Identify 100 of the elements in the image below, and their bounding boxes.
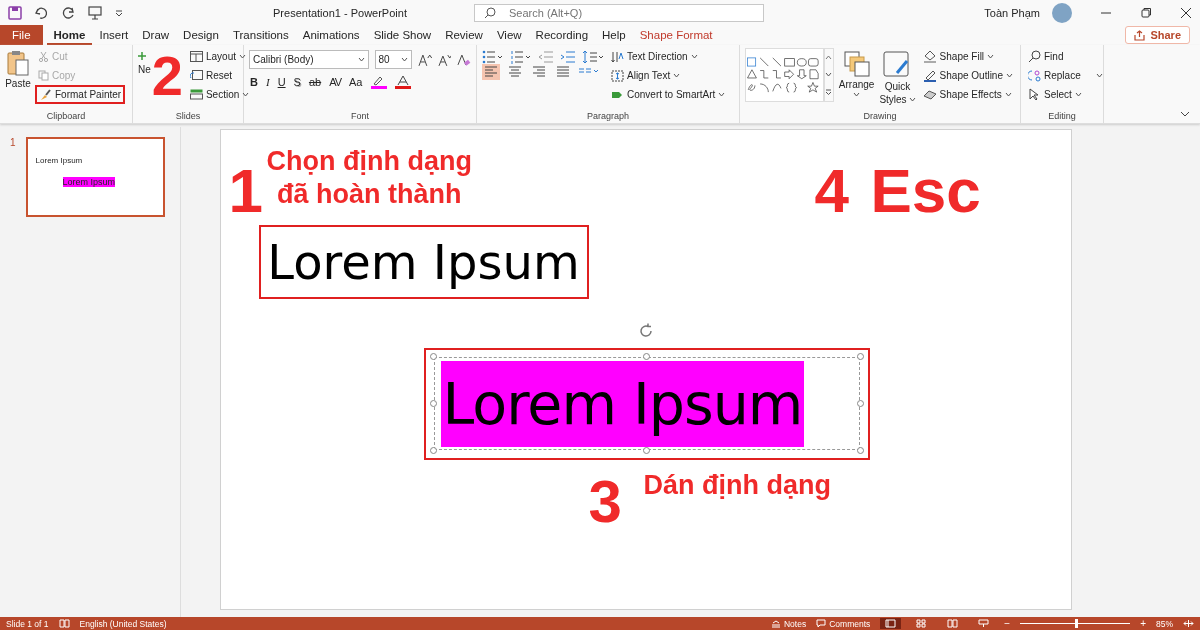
resize-handle[interactable] xyxy=(856,447,864,454)
zoom-out-button[interactable]: − xyxy=(1004,618,1011,629)
shape-fill-button[interactable]: Shape Fill xyxy=(920,48,1015,65)
save-icon[interactable] xyxy=(8,5,22,20)
presentation-icon[interactable] xyxy=(88,5,102,20)
ribbon-tab[interactable]: Slide Show xyxy=(366,25,439,45)
ribbon-tab[interactable]: Animations xyxy=(295,25,367,45)
section-button[interactable]: Section xyxy=(187,86,252,103)
customize-icon[interactable] xyxy=(114,7,124,18)
layout-button[interactable]: Layout xyxy=(187,48,252,65)
find-button[interactable]: Find xyxy=(1026,48,1105,65)
caret-icon xyxy=(718,92,726,97)
view-button[interactable] xyxy=(880,618,902,629)
text-direction-icon xyxy=(611,50,624,63)
align-button[interactable] xyxy=(554,64,572,80)
ribbon-tab[interactable]: Shape Format xyxy=(632,25,720,45)
format-button[interactable]: Aa xyxy=(348,76,364,88)
book-icon[interactable] xyxy=(58,619,70,628)
resize-handle[interactable] xyxy=(429,447,437,454)
step-number: 2 xyxy=(151,48,183,109)
caret-icon xyxy=(1095,73,1103,78)
shape-effects-button[interactable]: Shape Effects xyxy=(920,86,1015,103)
quick-styles-button[interactable]: Quick Styles xyxy=(879,48,916,111)
caret-icon xyxy=(400,57,408,62)
format-painter-button[interactable]: Format Painter xyxy=(36,86,125,103)
caret-icon xyxy=(1074,92,1082,97)
ribbon-tab[interactable]: Design xyxy=(176,25,226,45)
font-color-icon[interactable] xyxy=(393,75,412,89)
text-direction-button[interactable]: Text Direction xyxy=(609,48,728,65)
align-button[interactable] xyxy=(482,64,500,80)
thumbnail-highlighted-text: Lorem Ipsum xyxy=(62,177,116,187)
numbering-icon[interactable] xyxy=(510,50,532,64)
zoom-in-button[interactable]: + xyxy=(1140,618,1146,629)
slide-thumbnail[interactable]: Lorem Ipsum Lorem Ipsum xyxy=(25,137,165,217)
arrange-button[interactable]: Arrange xyxy=(838,48,875,111)
ribbon-tab[interactable]: Draw xyxy=(135,25,177,45)
comments-button[interactable]: Comments xyxy=(816,618,871,629)
align-button[interactable] xyxy=(506,64,524,80)
replace-button[interactable]: Replace xyxy=(1026,67,1105,84)
paste-button[interactable]: Paste xyxy=(5,48,31,111)
shapes-gallery-drawing[interactable] xyxy=(745,48,825,102)
font-grow-icon[interactable] xyxy=(417,52,432,67)
text-box[interactable]: Lorem Ipsum xyxy=(258,225,589,299)
format-button[interactable]: U xyxy=(276,76,287,88)
scroll-up-icon[interactable] xyxy=(825,55,833,60)
clear-formatting-icon[interactable] xyxy=(457,52,471,67)
fit-slide-icon[interactable] xyxy=(1183,619,1194,628)
font-family-dropdown[interactable]: Calibri (Body) xyxy=(249,50,369,69)
resize-handle[interactable] xyxy=(429,399,437,407)
notes-button[interactable]: Notes xyxy=(771,618,807,629)
slide-number: 1 xyxy=(10,137,16,150)
step-number: 1 xyxy=(228,160,263,222)
resize-handle[interactable] xyxy=(429,353,437,360)
resize-handle[interactable] xyxy=(856,353,864,360)
resize-handle[interactable] xyxy=(856,399,864,407)
more-icon[interactable] xyxy=(825,89,833,95)
group-label: Editing xyxy=(1047,111,1077,123)
resize-handle[interactable] xyxy=(642,353,650,360)
annotation-text: đã hoàn thành xyxy=(276,181,462,208)
format-button[interactable]: ab xyxy=(307,76,323,88)
collapse-ribbon-icon[interactable] xyxy=(1180,111,1190,117)
convert-smartart-button[interactable]: Convert to SmartArt xyxy=(609,86,728,103)
align-text-icon xyxy=(611,69,624,82)
search-field[interactable]: Search (Alt+Q) xyxy=(474,3,764,22)
caret-icon[interactable] xyxy=(825,72,833,77)
increase-indent-icon[interactable] xyxy=(560,50,576,64)
paint-bucket-icon xyxy=(922,50,937,63)
highlighter-icon[interactable] xyxy=(369,75,388,89)
language-label[interactable]: English (United States) xyxy=(79,618,167,629)
ribbon-tab[interactable]: Review xyxy=(438,25,490,45)
share-button[interactable]: Share xyxy=(1125,26,1190,44)
align-text-button[interactable]: Align Text xyxy=(609,67,728,84)
restore-icon[interactable] xyxy=(1140,6,1152,19)
format-button[interactable]: AV xyxy=(328,76,343,88)
ribbon-tab[interactable]: Recording xyxy=(528,25,596,45)
close-icon[interactable] xyxy=(1180,6,1192,19)
new-slide-button[interactable]: Ne xyxy=(138,48,151,111)
ribbon-tab[interactable]: Transitions xyxy=(225,25,296,45)
format-button[interactable]: B xyxy=(249,76,259,88)
shape-outline-button[interactable]: Shape Outline xyxy=(920,67,1015,84)
ribbon-tab[interactable]: File xyxy=(0,25,43,45)
ribbon-tab[interactable]: Help xyxy=(595,25,633,45)
resize-handle[interactable] xyxy=(642,447,650,454)
avatar-picture[interactable] xyxy=(1052,2,1072,23)
ribbon-tab[interactable]: Insert xyxy=(92,25,136,45)
align-button[interactable] xyxy=(530,64,548,80)
ribbon-tab[interactable]: Home xyxy=(46,25,93,45)
select-button[interactable]: Select xyxy=(1026,86,1105,103)
gallery-scrollbar[interactable] xyxy=(824,48,834,102)
redo-icon[interactable] xyxy=(62,5,76,20)
bullets-icon[interactable] xyxy=(482,50,504,64)
zoom-percent[interactable]: 85% xyxy=(1156,618,1173,629)
undo-icon[interactable] xyxy=(34,5,50,20)
ribbon-tab[interactable]: View xyxy=(489,25,529,45)
font-shrink-icon[interactable] xyxy=(437,52,452,67)
format-button[interactable]: I xyxy=(264,76,271,88)
line-spacing-icon[interactable] xyxy=(582,50,604,64)
format-button[interactable]: S xyxy=(292,76,302,88)
font-size-dropdown[interactable]: 80 xyxy=(374,50,412,69)
thumbnail-text: Lorem Ipsum xyxy=(35,156,83,165)
